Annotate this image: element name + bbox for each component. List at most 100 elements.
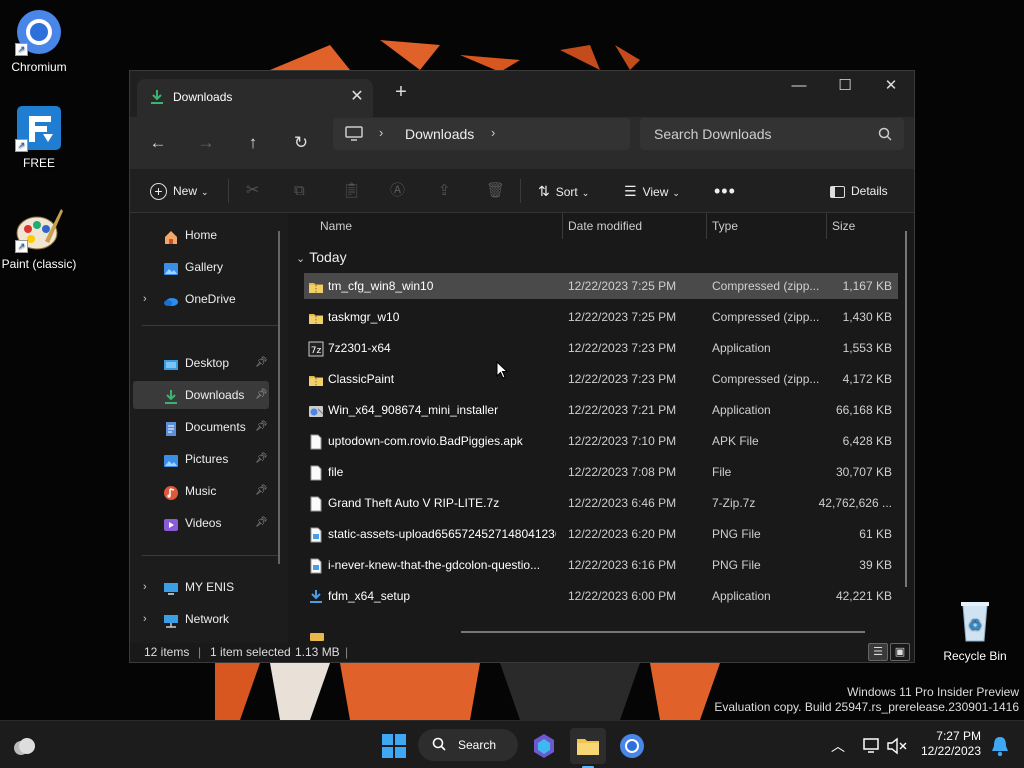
this-pc-icon[interactable] xyxy=(345,126,363,145)
breadcrumb-downloads[interactable]: Downloads xyxy=(405,126,474,142)
new-tab-button[interactable]: + xyxy=(390,81,412,104)
nav-desktop[interactable]: Desktop 📌︎ xyxy=(133,349,269,377)
chevron-right-icon[interactable]: › xyxy=(143,605,147,633)
search-box[interactable]: Search Downloads xyxy=(640,118,904,150)
nav-home[interactable]: Home xyxy=(133,221,269,249)
chevron-right-icon[interactable]: › xyxy=(491,125,495,140)
close-tab-icon[interactable]: ✕ xyxy=(347,86,367,106)
pin-icon[interactable]: 📌︎ xyxy=(255,381,268,409)
column-header-type[interactable]: Type xyxy=(712,219,738,233)
maximize-button[interactable]: ☐ xyxy=(822,71,868,101)
nav-music[interactable]: Music 📌︎ xyxy=(133,477,269,505)
mouse-cursor-icon xyxy=(496,360,509,382)
column-divider[interactable] xyxy=(562,213,563,239)
clock-time: 7:27 PM xyxy=(936,729,981,743)
copy-icon[interactable]: ⧉ xyxy=(294,179,305,203)
minimize-button[interactable]: — xyxy=(776,71,822,101)
file-size: 1,430 KB xyxy=(842,310,892,324)
title-bar[interactable]: Downloads ✕ + — ☐ ✕ xyxy=(130,71,914,117)
cut-icon[interactable]: ✂ xyxy=(246,179,259,203)
vertical-scrollbar[interactable] xyxy=(905,231,907,587)
column-divider[interactable] xyxy=(826,213,827,239)
refresh-button[interactable]: ↻ xyxy=(287,130,315,156)
chevron-right-icon[interactable]: › xyxy=(143,285,147,313)
nav-downloads[interactable]: Downloads 📌︎ xyxy=(133,381,269,409)
tab-title: Downloads xyxy=(173,90,233,104)
tiles-view-icon[interactable]: ▣ xyxy=(890,643,910,661)
taskbar-search[interactable]: Search xyxy=(418,729,518,761)
nav-gallery[interactable]: Gallery xyxy=(133,253,269,281)
pin-icon[interactable]: 📌︎ xyxy=(255,445,268,473)
desktop-icon-paint[interactable]: ↗ Paint (classic) xyxy=(0,205,78,271)
file-row[interactable]: 7z 7z2301-x64 12/22/2023 7:23 PM Applicatio… xyxy=(304,335,898,361)
file-row[interactable]: tm_cfg_win8_win10 12/22/2023 7:25 PM Compr… xyxy=(304,273,898,299)
new-button[interactable]: + New ⌄ xyxy=(150,179,209,203)
horizontal-scrollbar[interactable] xyxy=(461,631,865,633)
file-size: 1,167 KB xyxy=(842,279,892,293)
nav-videos[interactable]: Videos 📌︎ xyxy=(133,509,269,537)
details-view-icon[interactable]: ☰ xyxy=(868,643,888,661)
start-button[interactable] xyxy=(376,728,412,764)
nav-scrollbar[interactable] xyxy=(278,231,280,564)
paste-icon[interactable]: 📋︎ xyxy=(342,179,361,203)
file-type: Compressed (zipp... xyxy=(712,279,820,293)
system-clock[interactable]: 7:27 PM 12/22/2023 xyxy=(915,729,981,759)
chevron-up-icon[interactable]: ︿ xyxy=(820,728,856,764)
column-divider[interactable] xyxy=(706,213,707,239)
pin-icon[interactable]: 📌︎ xyxy=(255,413,268,441)
chevron-right-icon[interactable]: › xyxy=(379,125,383,140)
file-row[interactable]: uptodown-com.rovio.BadPiggies.apk 12/22/2… xyxy=(304,428,898,454)
back-button[interactable]: ← xyxy=(144,130,172,156)
notification-bell-icon[interactable] xyxy=(982,728,1018,764)
chevron-right-icon[interactable]: › xyxy=(143,573,147,601)
rename-icon[interactable]: Ⓐ xyxy=(390,179,405,203)
nav-documents[interactable]: Documents 📌︎ xyxy=(133,413,269,441)
widgets-weather-icon[interactable] xyxy=(6,728,42,764)
copilot-icon[interactable] xyxy=(526,728,562,764)
chromium-taskbar-icon[interactable] xyxy=(614,728,650,764)
up-button[interactable]: ↑ xyxy=(239,130,267,156)
file-row[interactable]: i-never-knew-that-the-gdcolon-questio...… xyxy=(304,552,898,578)
status-bar: 12 items | 1 item selected 1.13 MB | ☰ ▣ xyxy=(130,643,914,662)
file-row[interactable]: fdm_x64_setup 12/22/2023 6:00 PM Applicati… xyxy=(304,583,898,609)
file-row[interactable]: ClassicPaint 12/22/2023 7:23 PM Compressed… xyxy=(304,366,898,392)
file-row[interactable]: file 12/22/2023 7:08 PM File 30,707 KB xyxy=(304,459,898,485)
column-header-size[interactable]: Size xyxy=(832,219,855,233)
pin-icon[interactable]: 📌︎ xyxy=(255,477,268,505)
navigation-pane: Home Gallery › OneDrive Desktop 📌︎ Downl… xyxy=(130,213,288,643)
pin-icon[interactable]: 📌︎ xyxy=(255,509,268,537)
desktop-icon-label: FREE xyxy=(22,156,55,170)
desktop-icon-chromium[interactable]: ↗ Chromium xyxy=(0,8,78,74)
forward-button[interactable]: → xyxy=(192,130,220,156)
file-row[interactable]: Win_x64_908674_mini_installer 12/22/2023 … xyxy=(304,397,898,423)
nav-onedrive[interactable]: › OneDrive xyxy=(133,285,269,313)
nav-label: MY ENIS xyxy=(185,580,235,594)
view-button[interactable]: ☰ View ⌄ xyxy=(624,179,680,203)
share-icon[interactable]: ⇪ xyxy=(438,179,451,203)
file-explorer-taskbar-icon[interactable] xyxy=(570,728,606,768)
desktop-folder-icon xyxy=(163,355,179,371)
file-row[interactable]: taskmgr_w10 12/22/2023 7:25 PM Compressed … xyxy=(304,304,898,330)
breadcrumb[interactable]: › Downloads › xyxy=(333,118,630,150)
close-window-button[interactable]: ✕ xyxy=(868,71,914,101)
documents-folder-icon xyxy=(163,419,179,436)
sort-button[interactable]: ⇅ Sort ⌄ xyxy=(538,179,589,203)
pin-icon[interactable]: 📌︎ xyxy=(255,349,268,377)
column-header-name[interactable]: Name xyxy=(320,219,352,233)
nav-pictures[interactable]: Pictures 📌︎ xyxy=(133,445,269,473)
nav-network[interactable]: › Network xyxy=(133,605,269,633)
group-header-today[interactable]: ⌄ Today xyxy=(296,249,347,265)
tab-downloads[interactable]: Downloads ✕ xyxy=(137,79,373,117)
nav-this-pc[interactable]: › MY ENIS xyxy=(133,573,269,601)
volume-muted-icon[interactable] xyxy=(880,728,916,764)
file-type: PNG File xyxy=(712,527,761,541)
details-pane-button[interactable]: Details xyxy=(830,179,888,203)
delete-icon[interactable]: 🗑︎ xyxy=(486,179,505,203)
desktop-icon-free[interactable]: ↗ FREE xyxy=(0,104,78,170)
more-options-icon[interactable]: ••• xyxy=(714,179,736,203)
desktop-icon-recycle-bin[interactable]: ♻ Recycle Bin xyxy=(936,597,1014,663)
file-row[interactable]: static-assets-upload6565724527148041236 1… xyxy=(304,521,898,547)
file-type: APK File xyxy=(712,434,759,448)
file-row[interactable]: Grand Theft Auto V RIP-LITE.7z 12/22/2023… xyxy=(304,490,898,516)
column-header-date[interactable]: Date modified xyxy=(568,219,642,233)
